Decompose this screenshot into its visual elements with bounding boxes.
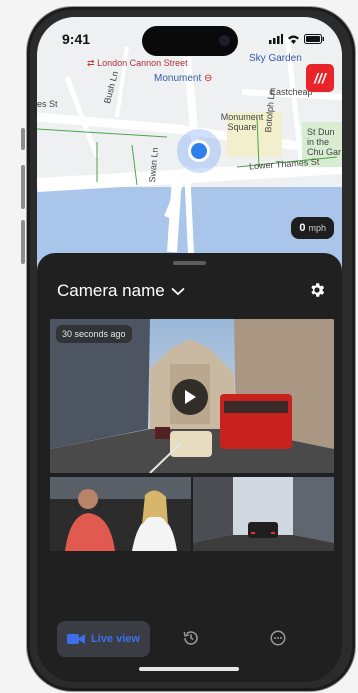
live-view-label: Live view — [91, 633, 140, 645]
wifi-icon — [288, 35, 299, 44]
cabin-camera-feed — [50, 477, 191, 551]
map-label-st-dunstan: St Dun in the Chu Gar — [307, 127, 342, 157]
speed-indicator: 0 mph — [291, 217, 334, 239]
status-icons — [269, 34, 324, 44]
map[interactable]: 9:41 ⇄ London Cannon Street Monument ⊖ S… — [37, 17, 342, 277]
map-label-london-cannon-street: ⇄ London Cannon Street — [87, 58, 188, 68]
main-video[interactable]: 30 seconds ago — [50, 319, 334, 473]
rail-icon: ⇄ — [87, 58, 95, 68]
map-label-es-st: es St — [37, 99, 58, 109]
front-camera — [219, 35, 230, 46]
play-button[interactable] — [172, 379, 208, 415]
play-icon — [185, 390, 196, 404]
phone-volume-up — [21, 165, 25, 209]
history-icon[interactable] — [182, 629, 200, 647]
more-icon[interactable] — [269, 629, 287, 647]
rear-camera-thumbnail[interactable] — [193, 477, 334, 551]
phone-side-button — [21, 128, 25, 150]
map-label-monument-square: Monument Square — [220, 112, 264, 132]
chevron-down-icon — [171, 287, 185, 295]
speed-unit: mph — [308, 223, 326, 233]
map-label-sky-garden: Sky Garden — [249, 53, 302, 64]
sheet-grab-handle[interactable] — [173, 261, 206, 265]
underground-icon: ⊖ — [204, 73, 213, 84]
speed-value: 0 — [299, 222, 306, 234]
bottom-sheet: Camera name 30 seconds ago Live view — [37, 253, 342, 682]
home-indicator — [139, 667, 239, 671]
battery-icon — [304, 34, 324, 44]
signal-icon — [269, 34, 283, 44]
rear-camera-feed — [193, 477, 334, 551]
map-label-monument: Monument ⊖ — [154, 73, 213, 84]
gear-icon[interactable] — [308, 281, 326, 299]
video-timestamp-badge: 30 seconds ago — [56, 325, 132, 343]
bottom-navigation: Live view — [37, 613, 342, 663]
phone-volume-down — [21, 220, 25, 264]
brand-logo-button[interactable]: /// — [306, 64, 334, 92]
location-pin — [177, 129, 221, 173]
live-view-tab[interactable]: Live view — [57, 621, 150, 657]
cabin-camera-thumbnail[interactable] — [50, 477, 191, 551]
camera-name: Camera name — [57, 281, 165, 300]
video-camera-icon — [67, 634, 86, 644]
status-time: 9:41 — [62, 31, 91, 47]
screen: 9:41 ⇄ London Cannon Street Monument ⊖ S… — [37, 17, 342, 682]
camera-name-selector[interactable]: Camera name — [57, 281, 185, 301]
dynamic-island — [142, 26, 238, 56]
